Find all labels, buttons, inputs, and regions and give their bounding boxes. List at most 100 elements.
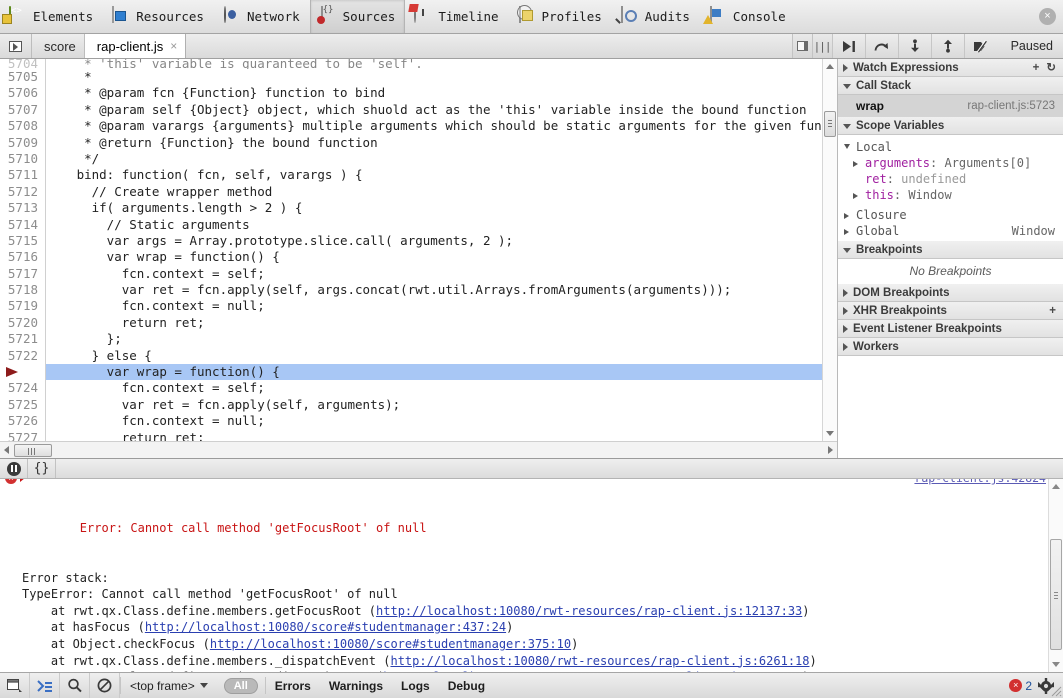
scroll-left-icon[interactable] [4, 446, 9, 454]
pretty-print-braces-icon[interactable]: {} [28, 459, 56, 478]
tab-timeline[interactable]: Timeline [405, 0, 508, 33]
line-number: 5718 [7, 282, 38, 298]
file-tab-score[interactable]: score [32, 34, 85, 58]
section-watch-expressions[interactable]: Watch Expressions + ↻ [838, 59, 1063, 77]
add-xhr-breakpoint-icon[interactable]: + [1049, 302, 1056, 320]
split-view-button[interactable]: ||| [811, 34, 832, 58]
refresh-icon[interactable]: ↻ [1046, 59, 1056, 77]
code-line: * @param varargs {arguments} multiple ar… [54, 118, 822, 134]
scope-variable-this[interactable]: this: Window [844, 187, 1063, 203]
scrollbar-thumb[interactable] [1050, 539, 1062, 650]
stack-link[interactable]: http://localhost:10080/score#studentmana… [210, 637, 571, 651]
section-call-stack[interactable]: Call Stack [838, 77, 1063, 95]
dock-window-icon[interactable] [0, 673, 30, 698]
console-stack-frame: at rwt.qx.Class.define.members.getFocusR… [0, 603, 1063, 620]
step-out-button[interactable] [930, 34, 964, 58]
code-line: * [54, 69, 92, 84]
error-count-badge[interactable]: 2 [1009, 679, 1032, 693]
scope-closure-node[interactable]: Closure [844, 207, 1063, 223]
scope-global-node[interactable]: Global Window [844, 223, 1063, 239]
stack-suffix: ) [506, 620, 514, 635]
step-into-button[interactable] [897, 34, 931, 58]
filter-logs-button[interactable]: Logs [392, 673, 439, 698]
chevron-right-icon [843, 288, 848, 297]
breakpoint-marker[interactable]: 5723 [0, 364, 45, 380]
tab-console[interactable]: Console [700, 0, 796, 33]
code-text-area[interactable]: * 'this' variable is guaranteed to be 's… [46, 59, 822, 441]
tab-elements[interactable]: Elements [0, 0, 103, 33]
search-icon[interactable] [60, 673, 90, 698]
pause-on-exception-icon[interactable] [0, 459, 28, 478]
scrollbar-thumb[interactable] [14, 443, 52, 457]
line-number-gutter[interactable]: 5704 5705 5706 5707 5708 5709 5710 5711 … [0, 59, 46, 441]
line-number: 5708 [7, 118, 38, 134]
file-tab-rap-client-label: rap-client.js [96, 38, 164, 54]
line-number: 5716 [7, 249, 38, 265]
code-line: fcn.context = null; [54, 298, 265, 314]
scroll-down-icon[interactable] [1052, 662, 1060, 667]
console-message-source[interactable]: rap-client.js:42824 [914, 479, 1046, 487]
stack-link[interactable]: http://localhost:10080/rwt-resources/rap… [383, 670, 802, 672]
code-line: var ret = fcn.apply(self, args.concat(rw… [54, 282, 732, 298]
file-tab-rap-client[interactable]: rap-client.js × [84, 34, 187, 58]
editor-vertical-scrollbar[interactable] [822, 59, 837, 441]
line-number: 5706 [7, 85, 38, 101]
code-line-current: var wrap = function() { [46, 364, 822, 381]
section-scope-variables[interactable]: Scope Variables [838, 117, 1063, 135]
section-breakpoints[interactable]: Breakpoints [838, 241, 1063, 259]
filter-all-button[interactable]: All [223, 677, 258, 694]
scope-variable-arguments[interactable]: arguments: Arguments[0] [844, 155, 1063, 171]
file-tabstrip: score rap-client.js × ||| Paused [0, 34, 1063, 59]
editor-viewport[interactable]: 5704 5705 5706 5707 5708 5709 5710 5711 … [0, 59, 837, 441]
scroll-up-icon[interactable] [826, 64, 834, 69]
error-count-value: 2 [1025, 678, 1032, 693]
tab-profiles[interactable]: Profiles [509, 0, 612, 33]
add-watch-expression-icon[interactable]: + [1033, 59, 1040, 77]
close-icon[interactable]: × [1039, 8, 1056, 25]
stack-link[interactable]: http://localhost:10080/rwt-resources/rap… [376, 604, 802, 618]
panel-toolbar: Elements Resources Network Sources Timel… [0, 0, 1063, 34]
resume-button[interactable] [831, 34, 865, 58]
chevron-right-icon[interactable] [20, 479, 25, 482]
close-icon[interactable]: × [170, 39, 177, 53]
scope-local-node[interactable]: Local [844, 139, 1063, 155]
section-xhr-breakpoints[interactable]: XHR Breakpoints + [838, 302, 1063, 320]
frame-selector-label: <top frame> [130, 678, 195, 693]
scope-local-label: Local [856, 140, 893, 154]
console-message-list[interactable]: Error: Cannot call method 'getFocusRoot'… [0, 479, 1063, 672]
code-line: if( arguments.length > 2 ) { [54, 200, 303, 216]
tab-sources[interactable]: Sources [309, 0, 406, 33]
console-prompt-icon[interactable] [30, 673, 60, 698]
filter-debug-button[interactable]: Debug [439, 673, 494, 698]
section-title: Watch Expressions [853, 61, 959, 74]
code-line: // Create wrapper method [54, 183, 273, 199]
debugger-status: Paused [1010, 39, 1053, 53]
stack-link[interactable]: http://localhost:10080/rwt-resources/rap… [390, 654, 809, 668]
call-stack-frame[interactable]: wrap rap-client.js:5723 [838, 95, 1063, 117]
console-vertical-scrollbar[interactable] [1048, 479, 1063, 672]
deactivate-breakpoints-button[interactable] [963, 34, 997, 58]
scope-variable-ret[interactable]: ret: undefined [844, 171, 1063, 187]
stack-suffix: ) [571, 636, 579, 651]
execution-context-selector[interactable]: <top frame> [121, 673, 217, 698]
show-navigator-icon[interactable] [0, 34, 32, 58]
scroll-right-icon[interactable] [828, 446, 833, 454]
editor-horizontal-scrollbar[interactable] [0, 441, 837, 458]
toggle-sidebar-button[interactable] [791, 34, 812, 58]
tab-network[interactable]: Network [214, 0, 310, 33]
resize-grip[interactable] [1051, 686, 1062, 697]
stack-link[interactable]: http://localhost:10080/score#studentmana… [145, 620, 506, 634]
step-over-button[interactable] [864, 34, 898, 58]
console-message-error[interactable]: Error: Cannot call method 'getFocusRoot'… [0, 479, 1063, 570]
scroll-up-icon[interactable] [1052, 484, 1060, 489]
filter-errors-button[interactable]: Errors [266, 673, 320, 698]
section-workers[interactable]: Workers [838, 338, 1063, 356]
scrollbar-thumb[interactable] [824, 111, 836, 137]
section-event-listener-breakpoints[interactable]: Event Listener Breakpoints [838, 320, 1063, 338]
scroll-down-icon[interactable] [826, 431, 834, 436]
filter-warnings-button[interactable]: Warnings [320, 673, 392, 698]
tab-resources[interactable]: Resources [103, 0, 214, 33]
tab-audits[interactable]: Audits [612, 0, 700, 33]
clear-no-entry-icon[interactable] [90, 673, 120, 698]
section-dom-breakpoints[interactable]: DOM Breakpoints [838, 284, 1063, 302]
